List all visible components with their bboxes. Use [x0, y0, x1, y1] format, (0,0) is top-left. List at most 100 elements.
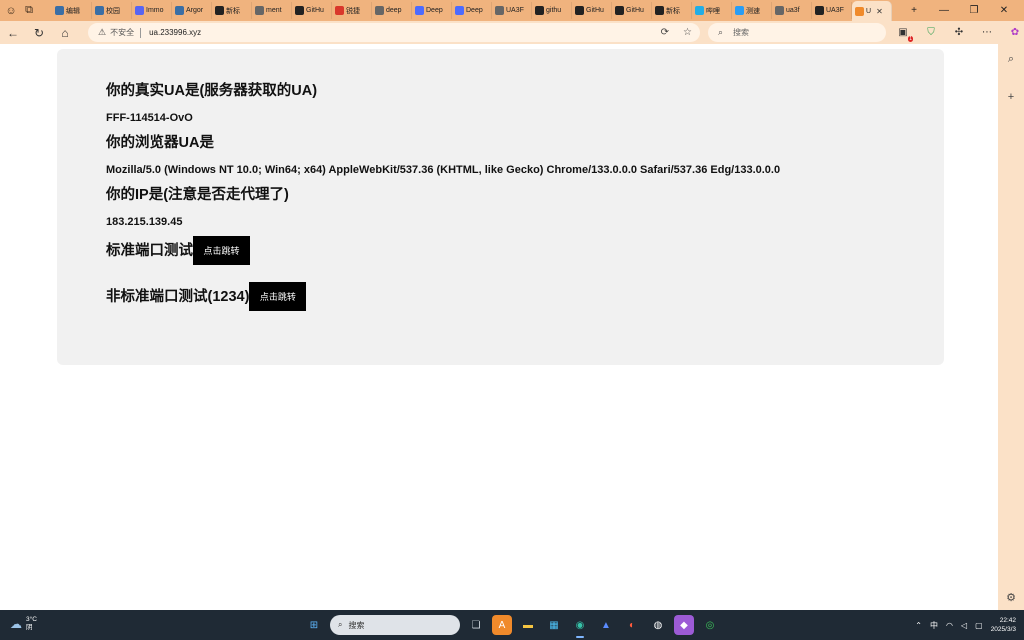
tab-label: deep — [386, 7, 402, 14]
sidebar-add-icon[interactable]: + — [1004, 90, 1018, 104]
insecure-label[interactable]: 不安全 — [110, 27, 134, 38]
qq-icon[interactable]: ◍ — [648, 615, 668, 635]
browser-tab[interactable]: Deep — [412, 2, 452, 19]
browser-tab[interactable]: ment — [252, 2, 292, 19]
translate-icon[interactable]: ⟳ — [661, 27, 669, 38]
sidebar-search-icon[interactable]: ⌕ — [1004, 52, 1018, 66]
tab-label: 新标 — [666, 7, 680, 15]
tab-favicon-icon — [215, 6, 224, 15]
ime-indicator[interactable]: 中 — [930, 620, 938, 631]
tab-favicon-icon — [575, 6, 584, 15]
clock[interactable]: 22:42 2025/3/3 — [991, 616, 1016, 634]
profile-icon[interactable]: ☺ — [4, 4, 18, 18]
wechat-icon[interactable]: ◎ — [700, 615, 720, 635]
browser-tab[interactable]: Deep — [452, 2, 492, 19]
browser-tab[interactable]: 测速 — [732, 2, 772, 19]
browser-tab[interactable]: 锐捷 — [332, 2, 372, 19]
browser-tab[interactable]: deep — [372, 2, 412, 19]
browser-tab[interactable]: UA3F — [492, 2, 532, 19]
microsoft-store-icon[interactable]: ▦ — [544, 615, 564, 635]
nonstandard-port-heading: 非标准端口测试(1234) — [106, 288, 250, 305]
extensions-puzzle-icon[interactable]: ✣ — [952, 25, 966, 39]
tab-label: ment — [266, 7, 282, 14]
more-menu-icon[interactable]: ⋯ — [980, 25, 994, 39]
browser-search-box[interactable]: ⌕ 搜索 — [708, 23, 886, 42]
tab-label: UA3F — [506, 7, 524, 14]
network-icon[interactable]: ◠ — [946, 621, 953, 630]
tab-favicon-icon — [735, 6, 744, 15]
tab-favicon-icon — [175, 6, 184, 15]
windows-taskbar: ☁ 3°C 阴 ⊞ ⌕ 搜索 ❏ A ▬ ▦ ◉ ▲ ◐ ◍ ◆ ◎ ⌃ 中 ◠… — [0, 610, 1024, 640]
tab-label: Deep — [466, 7, 483, 14]
tab-label: UA3F — [826, 7, 844, 14]
weather-widget[interactable]: ☁ 3°C 阴 — [10, 616, 37, 632]
clock-date: 2025/3/3 — [990, 626, 1016, 633]
tab-favicon-icon — [855, 6, 864, 16]
tab-label: 哔哩 — [706, 7, 720, 15]
browser-tab[interactable]: 编辑 — [52, 2, 92, 19]
notification-icon[interactable]: ▢ — [975, 621, 983, 630]
tab-favicon-icon — [335, 6, 344, 15]
browser-tab[interactable]: 新标 — [652, 2, 692, 19]
browser-tab[interactable]: githu — [532, 2, 572, 19]
browser-tab[interactable]: GitHu — [572, 2, 612, 19]
tab-label: GitHu — [306, 7, 324, 14]
close-tab-icon[interactable]: ✕ — [876, 7, 883, 16]
close-window-button[interactable]: ✕ — [996, 5, 1012, 16]
tab-label: U — [866, 7, 872, 15]
address-bar[interactable]: ⚠ 不安全 ua.233996.xyz ⟳ ☆ — [88, 23, 700, 42]
window-controls: + — ❐ ✕ — [906, 5, 1024, 16]
browser-tab[interactable]: 哔哩 — [692, 2, 732, 19]
standard-port-jump-button[interactable]: 点击跳转 — [193, 236, 250, 265]
browser-tab[interactable]: 新标 — [212, 2, 252, 19]
app-icon-blue[interactable]: ▲ — [596, 615, 616, 635]
volume-icon[interactable]: ◁ — [961, 621, 967, 630]
browser-tab[interactable]: Immo — [132, 2, 172, 19]
workspaces-icon[interactable]: ⧉ — [22, 4, 36, 18]
navigation-bar: ← ↻ ⌂ ⚠ 不安全 ua.233996.xyz ⟳ ☆ ⌕ 搜索 ▣ 1 ⛉ … — [0, 21, 1024, 44]
browser-tab[interactable]: Argor — [172, 2, 212, 19]
browser-tab[interactable]: GitHu — [292, 2, 332, 19]
tab-favicon-icon — [535, 6, 544, 15]
shield-icon[interactable]: ⛉ — [924, 25, 938, 39]
task-view-icon[interactable]: ❏ — [466, 615, 486, 635]
ip-heading: 你的IP是(注意是否走代理了) — [106, 187, 289, 203]
taskbar-search[interactable]: ⌕ 搜索 — [330, 615, 460, 635]
app-icon-red[interactable]: ◐ — [622, 615, 642, 635]
new-tab-button[interactable]: + — [906, 5, 922, 16]
browser-tab[interactable]: ua3f — [772, 2, 812, 19]
file-explorer-icon[interactable]: ▬ — [518, 615, 538, 635]
sidebar-settings-icon[interactable]: ⚙ — [1004, 590, 1018, 604]
warning-icon[interactable]: ⚠ — [98, 27, 106, 38]
extension-badge: 1 — [908, 36, 913, 42]
browser-tab[interactable]: GitHu — [612, 2, 652, 19]
browser-tab[interactable]: 校园 — [92, 2, 132, 19]
minimize-button[interactable]: — — [936, 5, 952, 16]
search-icon: ⌕ — [718, 27, 724, 37]
tab-favicon-icon — [655, 6, 664, 15]
home-button[interactable]: ⌂ — [52, 26, 78, 40]
extension-icon[interactable]: ▣ 1 — [896, 25, 913, 42]
tray-overflow-icon[interactable]: ⌃ — [915, 621, 922, 630]
real-ua-value: FFF-114514-OvO — [106, 112, 193, 124]
tab-favicon-icon — [255, 6, 264, 15]
edge-browser-icon[interactable]: ◉ — [570, 615, 590, 638]
refresh-button[interactable]: ↻ — [26, 26, 52, 40]
standard-port-heading: 标准端口测试 — [106, 242, 193, 259]
app-icon-purple[interactable]: ◆ — [674, 615, 694, 635]
tab-label: 锐捷 — [346, 7, 360, 15]
start-button-icon[interactable]: ⊞ — [304, 615, 324, 635]
restore-button[interactable]: ❐ — [966, 5, 982, 16]
favorite-star-icon[interactable]: ☆ — [683, 27, 692, 38]
weather-desc: 阴 — [26, 624, 33, 631]
copilot-icon[interactable]: ✿ — [1008, 25, 1022, 39]
tab-label: 校园 — [106, 7, 120, 15]
browser-tab[interactable]: U ✕ — [852, 1, 892, 21]
app-store-icon[interactable]: A — [492, 615, 512, 635]
url-text[interactable]: ua.233996.xyz — [149, 28, 201, 37]
back-button[interactable]: ← — [0, 26, 26, 40]
nonstandard-port-jump-button[interactable]: 点击跳转 — [249, 282, 307, 311]
tab-favicon-icon — [695, 6, 704, 15]
browser-tab[interactable]: UA3F — [812, 2, 852, 19]
tab-favicon-icon — [775, 6, 784, 15]
